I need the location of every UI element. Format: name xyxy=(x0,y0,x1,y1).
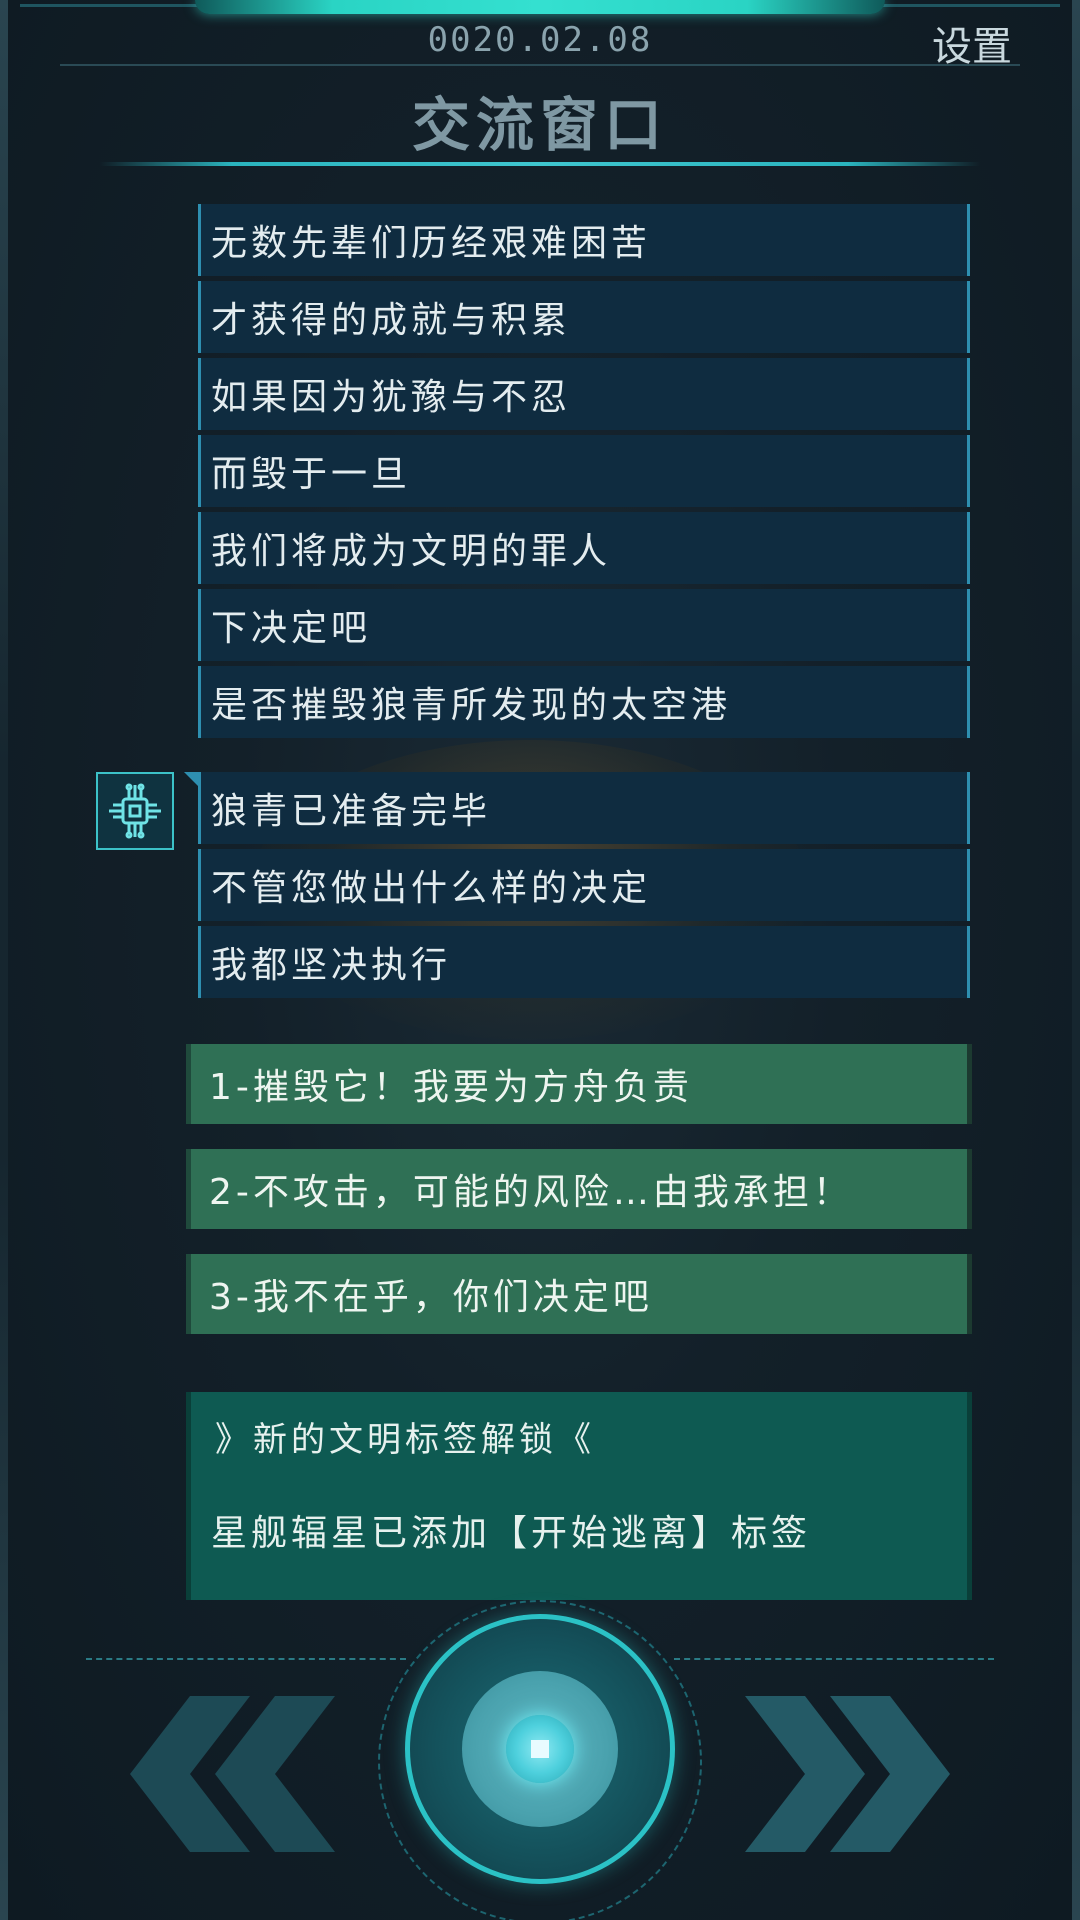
message-line: 不管您做出什么样的决定 xyxy=(198,849,970,921)
double-chevron-right-icon[interactable] xyxy=(740,1696,980,1852)
choice-option-2[interactable]: 2-不攻击，可能的风险…由我承担！ xyxy=(186,1149,972,1229)
title-underline xyxy=(100,162,980,166)
chip-icon xyxy=(96,772,174,850)
settings-button[interactable]: 设置 xyxy=(932,14,1012,72)
frame-edge-right xyxy=(1072,0,1080,1920)
message-line: 无数先辈们历经艰难困苦 xyxy=(198,204,970,276)
message-line: 我们将成为文明的罪人 xyxy=(198,512,970,584)
stop-square-icon xyxy=(531,1740,549,1758)
game-screen: 0020.02.08 设置 交流窗口 无数先辈们历经艰难困苦 才获得的成就与积累… xyxy=(0,0,1080,1920)
tag-unlock-notice: 》新的文明标签解锁《 星舰辐星已添加【开始逃离】标签 xyxy=(186,1392,972,1600)
frame-edge-left xyxy=(0,0,8,1920)
unlock-body: 星舰辐星已添加【开始逃离】标签 xyxy=(211,1513,812,1554)
message-line: 是否摧毁狼青所发现的太空港 xyxy=(198,666,970,738)
choice-option-3[interactable]: 3-我不在乎，你们决定吧 xyxy=(186,1254,972,1334)
message-line: 我都坚决执行 xyxy=(198,926,970,998)
center-button-inner xyxy=(462,1671,618,1827)
double-chevron-left-svg xyxy=(130,1696,335,1852)
double-chevron-left-icon[interactable] xyxy=(100,1696,340,1852)
bottom-dash-right xyxy=(674,1658,994,1660)
choice-list: 1-摧毁它！我要为方舟负责 2-不攻击，可能的风险…由我承担！ 3-我不在乎，你… xyxy=(186,1044,972,1359)
center-action-button[interactable] xyxy=(405,1614,675,1884)
message-line: 狼青已准备完毕 xyxy=(198,772,970,844)
message-line: 而毁于一旦 xyxy=(198,435,970,507)
message-line: 才获得的成就与积累 xyxy=(198,281,970,353)
unlock-header: 》新的文明标签解锁《 xyxy=(215,1420,595,1460)
bottom-dash-left xyxy=(86,1658,406,1660)
double-chevron-right-svg xyxy=(745,1696,950,1852)
chip-icon-svg xyxy=(109,783,161,839)
game-date: 0020.02.08 xyxy=(427,20,653,60)
message-group-council: 无数先辈们历经艰难困苦 才获得的成就与积累 如果因为犹豫与不忍 而毁于一旦 我们… xyxy=(198,204,970,743)
message-group-langqing: 狼青已准备完毕 不管您做出什么样的决定 我都坚决执行 xyxy=(198,772,970,1003)
top-glow-bar xyxy=(195,0,885,14)
header-divider xyxy=(60,64,1020,66)
message-line: 下决定吧 xyxy=(198,589,970,661)
choice-option-1[interactable]: 1-摧毁它！我要为方舟负责 xyxy=(186,1044,972,1124)
message-line: 如果因为犹豫与不忍 xyxy=(198,358,970,430)
page-title: 交流窗口 xyxy=(411,91,668,159)
speaker-notch xyxy=(184,772,198,786)
center-button-core xyxy=(506,1715,574,1783)
